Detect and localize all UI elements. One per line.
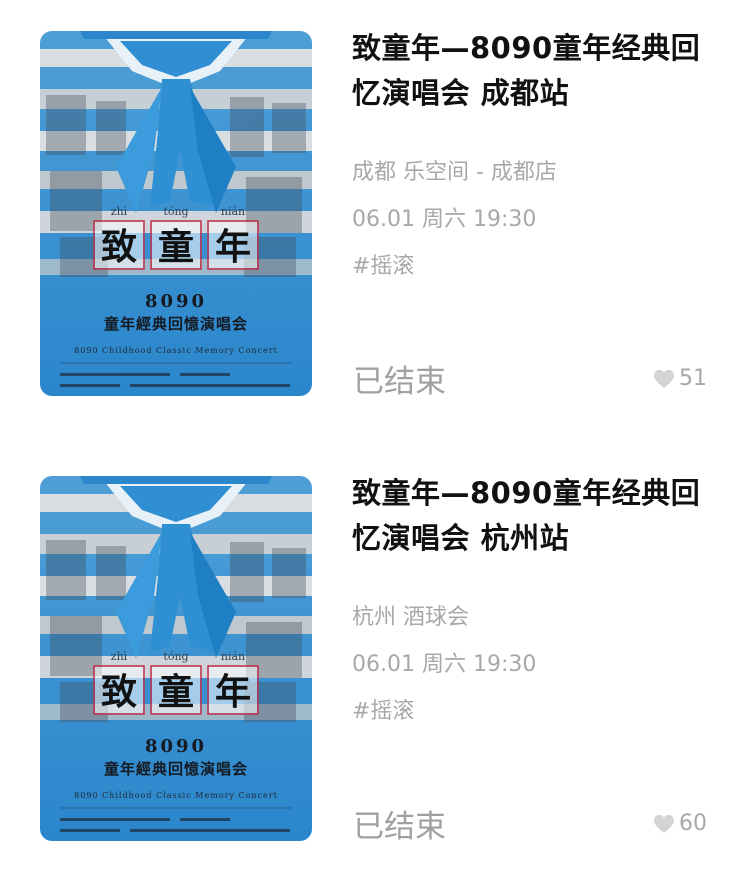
poster-english-title: 8090 Childhood Classic Memory Concert [74, 791, 278, 800]
event-venue: 杭州 酒球会 [352, 605, 469, 630]
poster-english-title: 8090 Childhood Classic Memory Concert [74, 346, 278, 355]
event-tag[interactable]: #摇滚 [352, 693, 414, 725]
event-tag[interactable]: #摇滚 [352, 248, 414, 280]
event-card[interactable]: zhì tóng nián 致 童 年 8090 童年經典回憶演唱会 8090 [0, 445, 750, 865]
event-title[interactable]: 致童年—8090童年经典回忆演唱会 成都站 [352, 26, 722, 116]
poster-pinyin: nián [221, 205, 245, 218]
poster-pinyin: zhì [111, 650, 128, 663]
poster-subtitle: 童年經典回憶演唱会 [104, 760, 248, 778]
event-card[interactable]: zhì tóng nián 致 童 年 8090 童年經典回憶演唱会 8090 [0, 0, 750, 420]
poster-title-char: 年 [215, 226, 251, 268]
event-title[interactable]: 致童年—8090童年经典回忆演唱会 杭州站 [352, 471, 722, 561]
poster-pinyin: nián [221, 650, 245, 663]
like-count: 60 [679, 811, 707, 836]
poster-pinyin: tóng [163, 205, 188, 218]
poster-subtitle: 8090 [145, 291, 207, 312]
poster-title-char: 年 [215, 671, 251, 713]
poster-title-char: 致 [101, 226, 137, 268]
poster-subtitle: 童年經典回憶演唱会 [104, 315, 248, 333]
poster-title-char: 童 [158, 226, 194, 268]
like-button[interactable]: 60 [653, 811, 707, 836]
poster-title-char: 童 [158, 671, 194, 713]
heart-icon [654, 369, 674, 388]
event-status: 已结束 [353, 809, 446, 845]
poster-pinyin: tóng [163, 650, 188, 663]
like-count: 51 [679, 366, 707, 391]
heart-icon [654, 814, 674, 833]
event-poster-image[interactable]: zhì tóng nián 致 童 年 8090 童年經典回憶演唱会 8090 [40, 31, 312, 396]
event-status: 已结束 [353, 364, 446, 400]
poster-pinyin: zhì [111, 205, 128, 218]
like-button[interactable]: 51 [653, 366, 707, 391]
poster-title-char: 致 [101, 671, 137, 713]
event-datetime: 06.01 周六 19:30 [352, 207, 537, 232]
event-poster-image[interactable]: zhì tóng nián 致 童 年 8090 童年經典回憶演唱会 8090 [40, 476, 312, 841]
event-venue: 成都 乐空间 - 成都店 [352, 160, 557, 185]
event-datetime: 06.01 周六 19:30 [352, 652, 537, 677]
poster-subtitle: 8090 [145, 736, 207, 757]
